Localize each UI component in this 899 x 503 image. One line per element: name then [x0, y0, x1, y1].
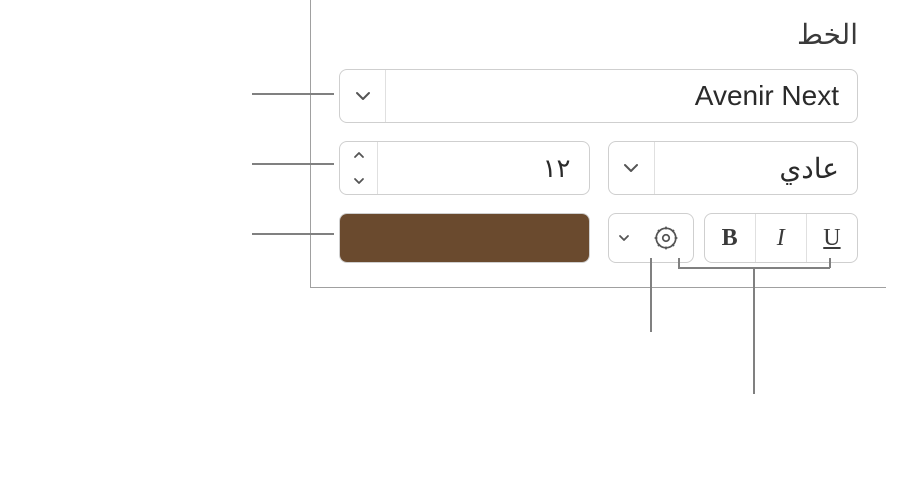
font-family-dropdown[interactable]: Avenir Next: [339, 69, 858, 123]
callout-line: [829, 258, 831, 268]
callout-line: [753, 268, 755, 394]
stepper-up-button[interactable]: [340, 142, 377, 168]
font-style-value: عادي: [655, 152, 858, 185]
callout-line: [252, 93, 334, 95]
font-family-row: Avenir Next: [339, 69, 858, 123]
size-stepper: [340, 142, 378, 194]
chevron-down-icon: [609, 142, 655, 194]
style-size-row: ١٢ عادي: [339, 141, 858, 195]
callout-line: [678, 258, 680, 268]
font-color-well[interactable]: [339, 213, 590, 263]
bold-button[interactable]: B: [705, 214, 755, 262]
font-panel: الخط Avenir Next ١٢ عا: [310, 0, 886, 288]
font-style-dropdown[interactable]: عادي: [608, 141, 859, 195]
stepper-down-button[interactable]: [340, 168, 377, 194]
callout-line: [678, 267, 830, 269]
gear-icon: [639, 225, 693, 251]
font-size-value: ١٢: [378, 142, 589, 194]
section-title: الخط: [339, 18, 858, 51]
underline-button[interactable]: U: [806, 214, 857, 262]
italic-glyph: I: [777, 225, 785, 252]
callout-line: [650, 258, 652, 332]
text-style-group: B I U: [608, 213, 859, 263]
underline-glyph: U: [823, 225, 840, 252]
chevron-down-icon: [340, 70, 386, 122]
chevron-down-icon: [609, 214, 639, 262]
callout-line: [252, 233, 334, 235]
biu-segmented-control: B I U: [704, 213, 859, 263]
advanced-options-dropdown[interactable]: [608, 213, 694, 263]
font-size-field[interactable]: ١٢: [339, 141, 590, 195]
bold-glyph: B: [722, 225, 738, 252]
callout-line: [252, 163, 334, 165]
color-swatch: [340, 214, 589, 262]
font-family-value: Avenir Next: [386, 80, 857, 112]
italic-button[interactable]: I: [755, 214, 806, 262]
color-format-row: B I U: [339, 213, 858, 263]
